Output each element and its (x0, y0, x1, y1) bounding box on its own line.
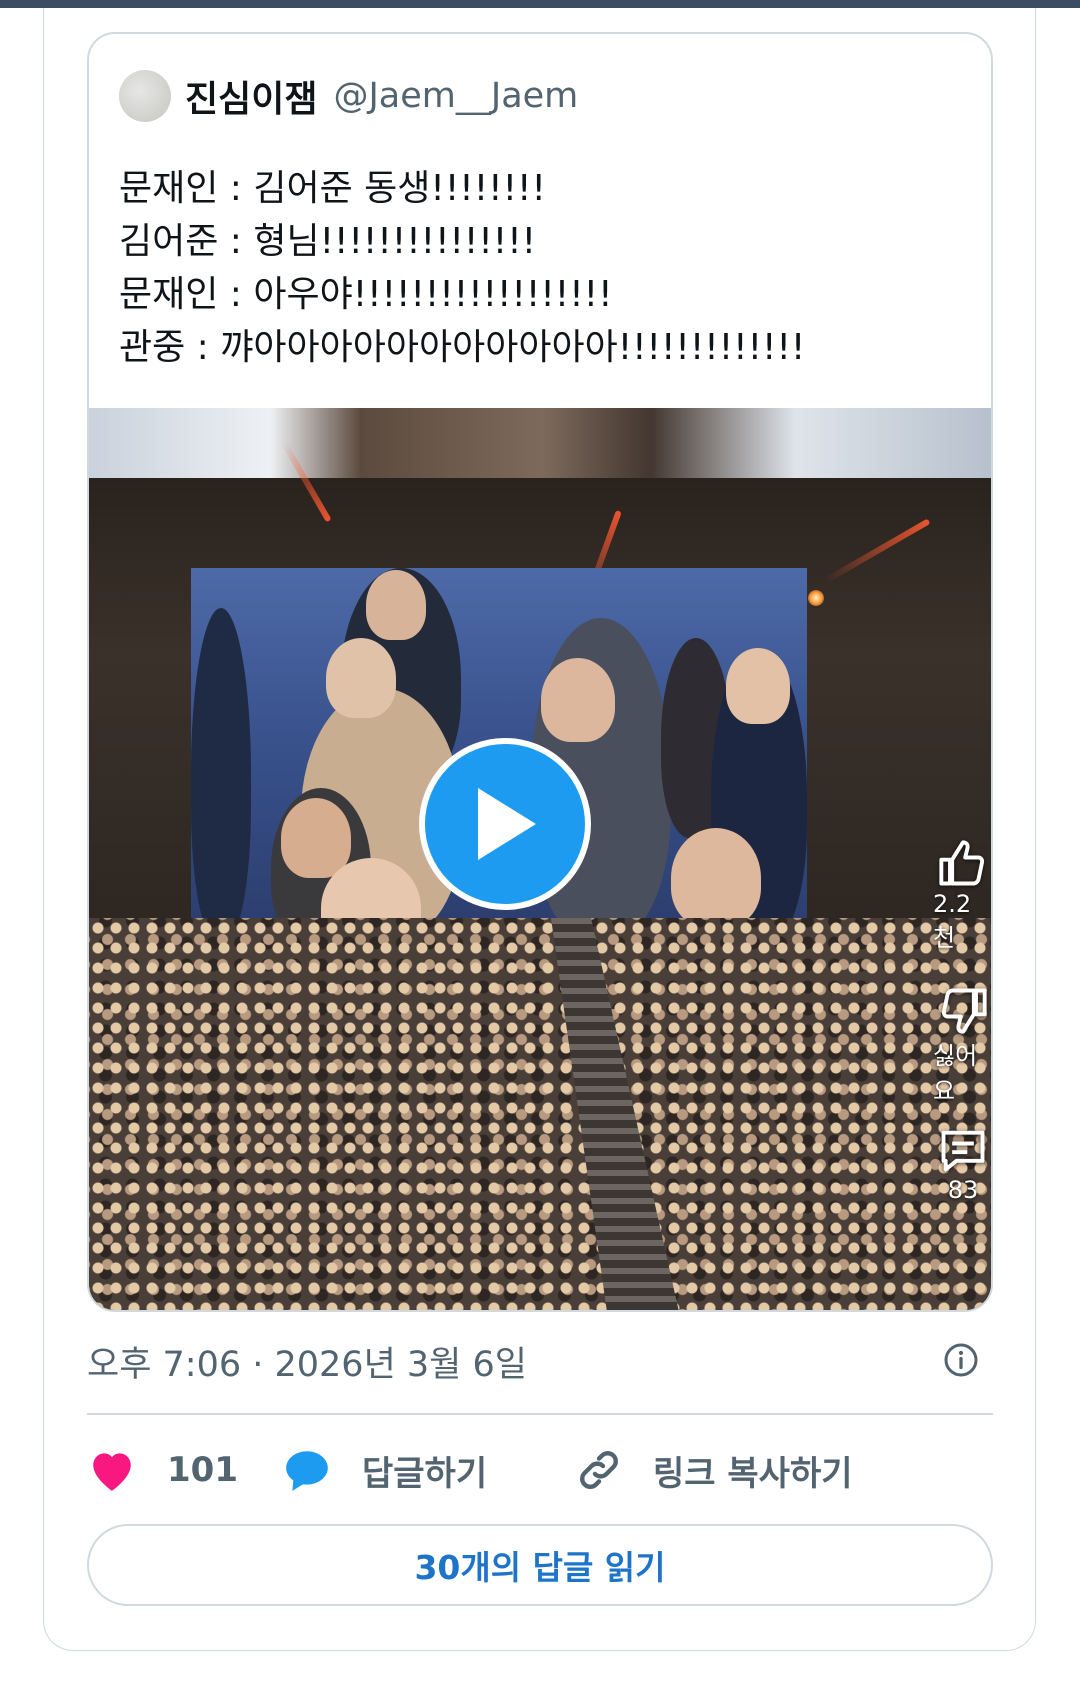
reply-button[interactable]: 답글하기 (282, 1438, 487, 1502)
video-comment-count: 83 (947, 1176, 979, 1204)
tweet-timestamp[interactable]: 오후 7:06 · 2026년 3월 6일 (87, 1336, 527, 1387)
person-face (671, 828, 761, 928)
like-count: 101 (167, 1450, 238, 1490)
heart-icon (93, 1453, 131, 1491)
tweet-text-line: 관중 : 꺄아아아아아아아아아아아!!!!!!!!!!!!! (119, 327, 806, 368)
user-handle[interactable]: @Jaem__Jaem (333, 76, 578, 116)
quoted-tweet-header: 진심이잼 @Jaem__Jaem (119, 68, 578, 124)
video-like-count: 2.2천 (933, 890, 972, 952)
tweet-text-line: 문재인 : 김어준 동생!!!!!!!! (119, 168, 546, 209)
copy-link-button[interactable]: 링크 복사하기 (575, 1438, 853, 1502)
copy-link-label: 링크 복사하기 (653, 1453, 853, 1494)
reply-label: 답글하기 (362, 1453, 488, 1494)
thumbs-up-icon (939, 840, 985, 886)
thumbs-down-icon (941, 988, 987, 1034)
top-status-bar (0, 0, 1080, 8)
play-button[interactable] (419, 738, 591, 910)
video-player[interactable]: 2.2천 싫어요 83 (89, 408, 991, 1310)
person-face (726, 648, 790, 724)
stage-light-beam (823, 518, 931, 584)
info-icon[interactable] (943, 1342, 979, 1378)
person-face (326, 638, 396, 718)
link-icon (580, 1451, 618, 1489)
video-dislike-action[interactable]: 싫어요 (933, 984, 991, 1106)
display-name[interactable]: 진심이잼 (185, 70, 317, 122)
video-frame-top (89, 408, 991, 478)
comment-icon (941, 1130, 985, 1172)
speech-bubble-icon (286, 1451, 328, 1491)
person-face (366, 570, 426, 640)
divider (87, 1413, 993, 1415)
read-replies-label: 30개의 답글 읽기 (414, 1548, 666, 1587)
person-face (281, 798, 351, 878)
person-face (541, 658, 615, 742)
quoted-tweet-card[interactable]: 진심이잼 @Jaem__Jaem 문재인 : 김어준 동생!!!!!!!! 김어… (87, 32, 993, 1312)
read-replies-button[interactable]: 30개의 답글 읽기 (87, 1524, 993, 1606)
tweet-text-line: 김어준 : 형님!!!!!!!!!!!!!!! (119, 221, 537, 262)
tweet-text: 문재인 : 김어준 동생!!!!!!!! 김어준 : 형님!!!!!!!!!!!… (119, 162, 969, 374)
play-icon (478, 788, 536, 860)
avatar[interactable] (119, 70, 171, 122)
tweet-actions: 101 답글하기 링크 복사하기 (87, 1438, 993, 1502)
person-figure (191, 608, 251, 938)
video-like-action[interactable]: 2.2천 (933, 838, 991, 953)
video-comment-action[interactable]: 83 (933, 1124, 991, 1204)
stage-lamp (808, 590, 824, 606)
video-crowd (89, 918, 991, 1310)
video-dislike-label: 싫어요 (933, 1042, 978, 1105)
tweet-text-line: 문재인 : 아우야!!!!!!!!!!!!!!!!!! (119, 274, 613, 315)
like-button[interactable]: 101 (87, 1438, 238, 1502)
